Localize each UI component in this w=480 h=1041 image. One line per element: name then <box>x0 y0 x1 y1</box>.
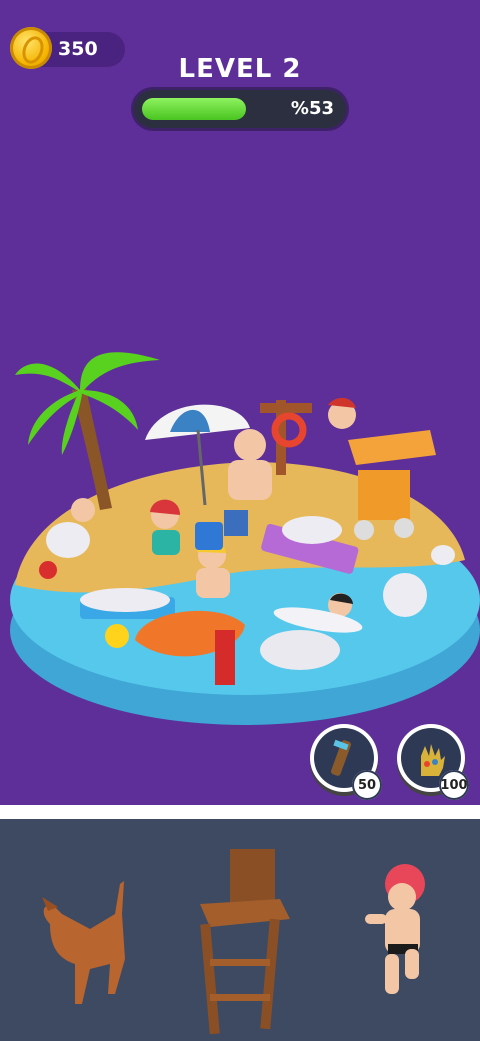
progress-text: %53 <box>290 98 334 119</box>
telescope-cost-badge: 50 <box>352 770 382 800</box>
rubber-duck <box>105 624 129 648</box>
swimmer-girl-piece[interactable] <box>350 819 460 1041</box>
progress-fill <box>142 98 246 120</box>
lifeguard-chair-piece[interactable] <box>180 819 300 1041</box>
beach-island-scene[interactable] <box>0 340 480 740</box>
glove-cost-badge: 100 <box>439 770 469 800</box>
level-title: LEVEL 2 <box>178 54 302 84</box>
dog-piece[interactable] <box>20 819 150 1041</box>
red-buoy-post <box>215 630 235 685</box>
game-board: 350 LEVEL 2 %53 50 100 <box>0 0 480 805</box>
tray-divider <box>0 805 480 819</box>
sandcastle-statue <box>46 522 90 558</box>
red-crab <box>39 561 57 579</box>
progress-bar: %53 <box>134 90 346 128</box>
cooler-box <box>195 522 223 550</box>
striped-box <box>224 510 248 536</box>
figure-sitting-man-left <box>71 498 95 522</box>
cat-statue <box>282 516 342 544</box>
ice-cream-stand <box>358 470 410 520</box>
figure-man-sitting <box>234 429 266 461</box>
mermaid-statue <box>383 573 427 617</box>
lying-woman-statue <box>80 588 170 612</box>
piece-tray <box>0 819 480 1041</box>
dolphin-statue <box>260 630 340 670</box>
bucket-statue <box>431 545 455 565</box>
